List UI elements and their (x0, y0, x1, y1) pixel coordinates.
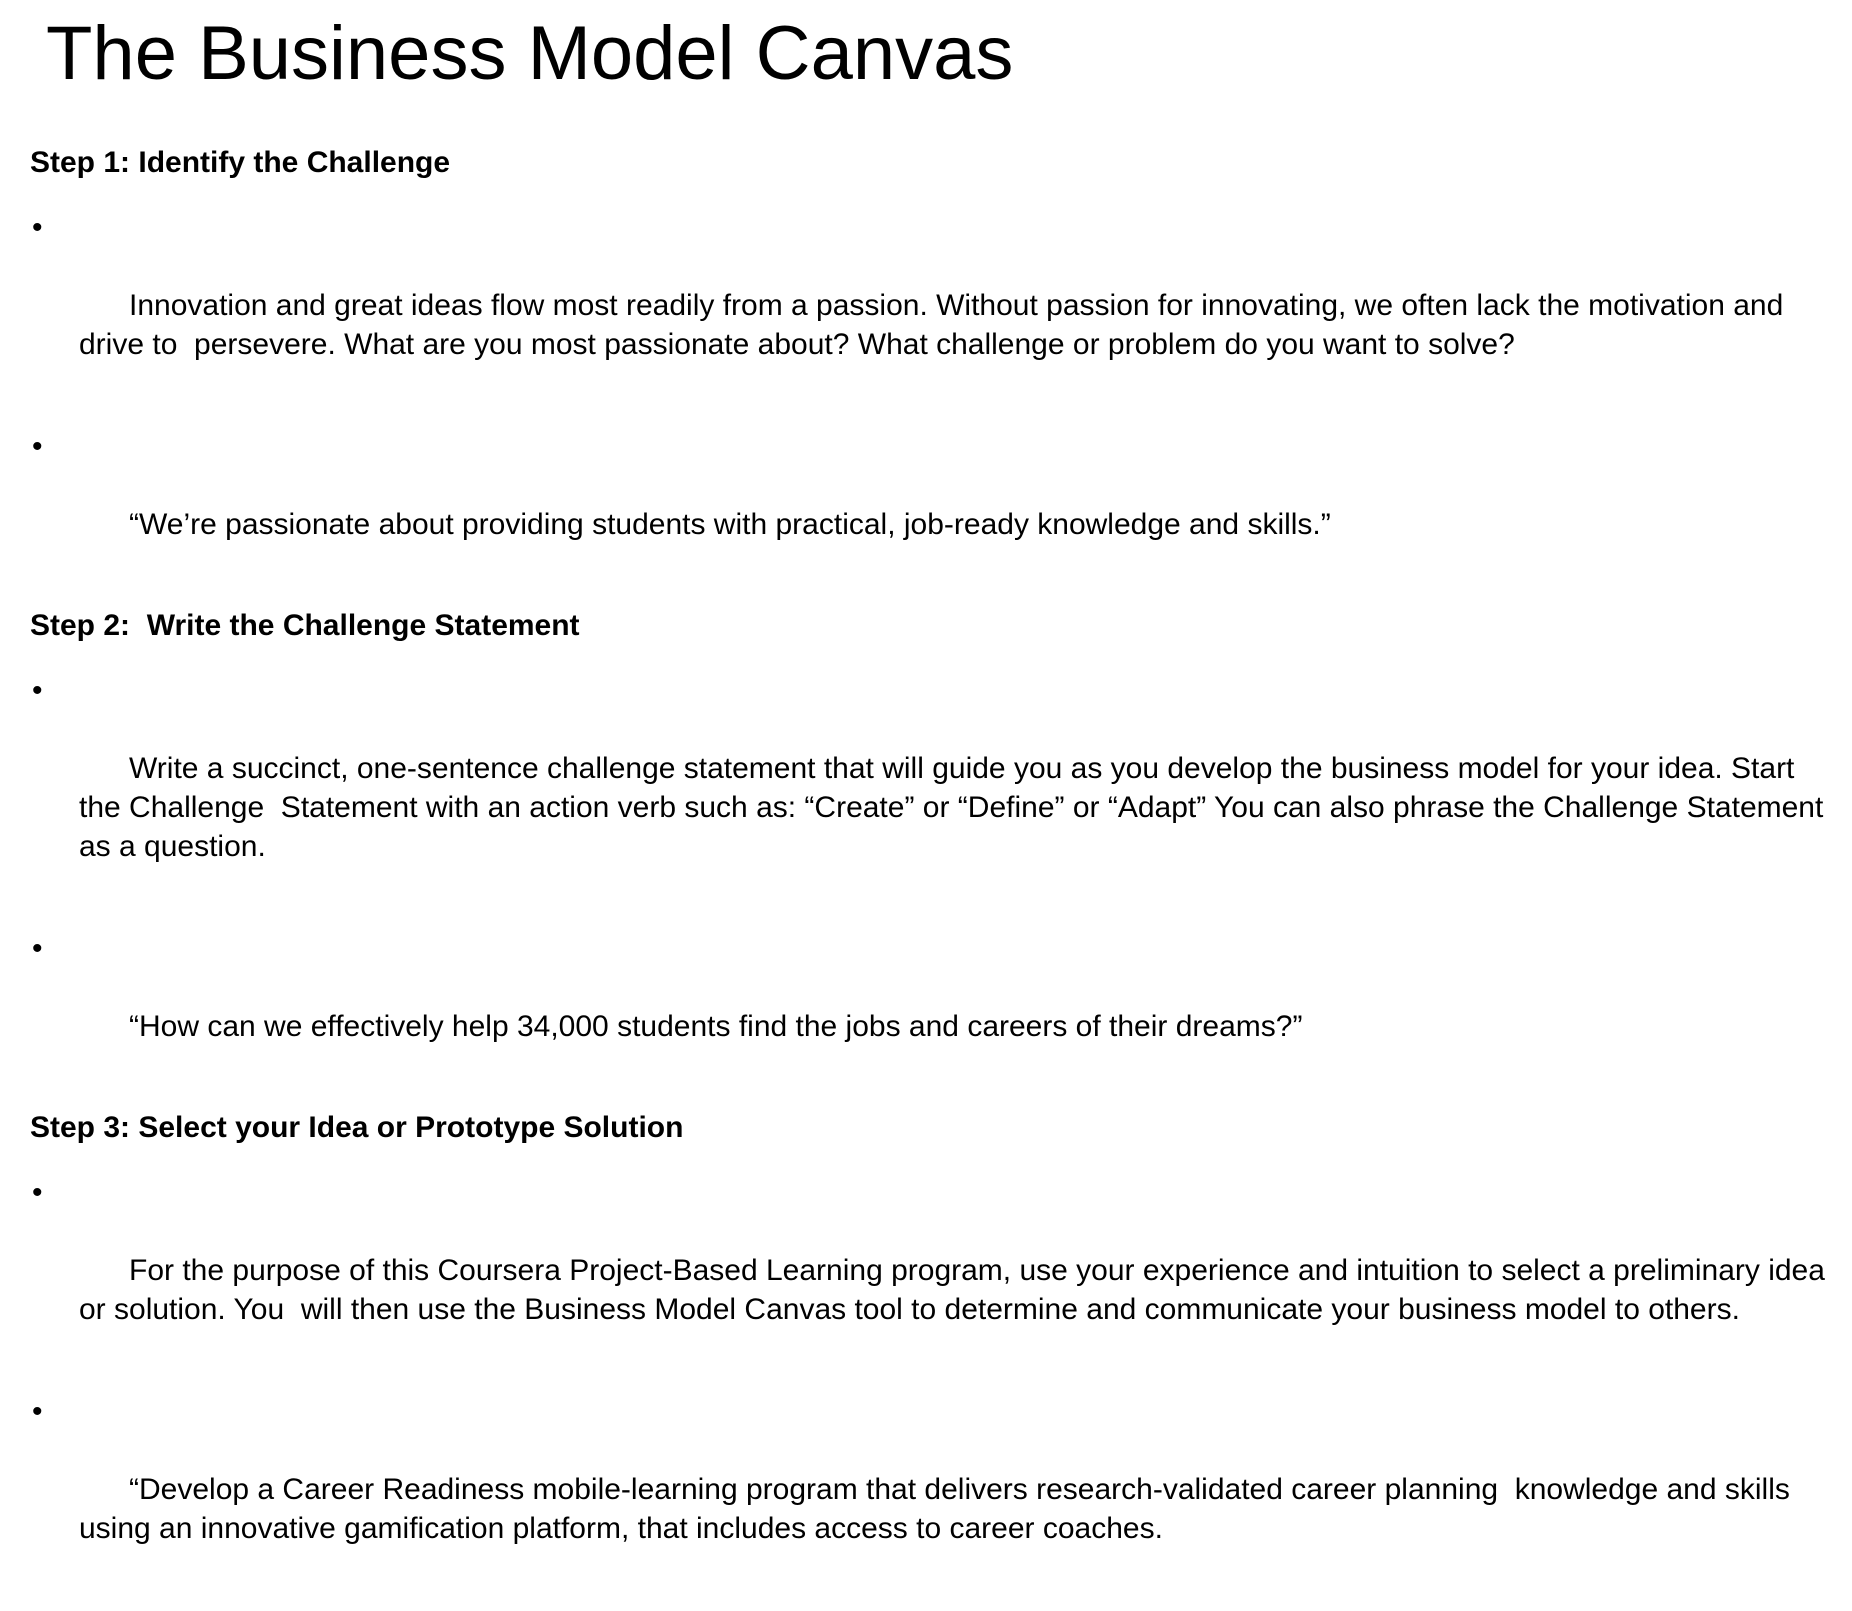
bullet-icon: • (32, 430, 43, 463)
bullet-text: Write a succinct, one-sentence challenge… (79, 752, 1832, 863)
step-1-bullet-1: • Innovation and great ideas flow most r… (30, 208, 1830, 403)
bullet-icon: • (32, 1395, 43, 1428)
step-2-heading: Step 2: Write the Challenge Statement (30, 609, 580, 642)
slide-content: Step 1: Identify the Challenge • Innovat… (30, 144, 1830, 1611)
bullet-icon: • (32, 932, 43, 965)
bullet-icon: • (32, 211, 43, 244)
bullet-icon: • (32, 1176, 43, 1209)
bullet-text: “Develop a Career Readiness mobile-learn… (79, 1473, 1799, 1545)
page-title: The Business Model Canvas (46, 11, 1014, 96)
step-3-bullet-2: • “Develop a Career Readiness mobile-lea… (30, 1392, 1830, 1587)
bullet-icon: • (32, 674, 43, 707)
slide: The Business Model Canvas Step 1: Identi… (0, 0, 1852, 1545)
step-2-bullet-1: • Write a succinct, one-sentence challen… (30, 671, 1830, 905)
step-3-bullet-1: • For the purpose of this Coursera Proje… (30, 1173, 1830, 1368)
bullet-text: Innovation and great ideas flow most rea… (79, 289, 1792, 361)
bullet-text: “We’re passionate about providing studen… (129, 508, 1331, 541)
bullet-text: For the purpose of this Coursera Project… (79, 1254, 1834, 1326)
step-2-bullet-2: • “How can we effectively help 34,000 st… (30, 929, 1830, 1085)
step-1-bullet-2: • “We’re passionate about providing stud… (30, 427, 1830, 583)
step-3-heading: Step 3: Select your Idea or Prototype So… (30, 1111, 684, 1144)
step-1-heading: Step 1: Identify the Challenge (30, 146, 451, 179)
bullet-text: “How can we effectively help 34,000 stud… (129, 1010, 1303, 1043)
